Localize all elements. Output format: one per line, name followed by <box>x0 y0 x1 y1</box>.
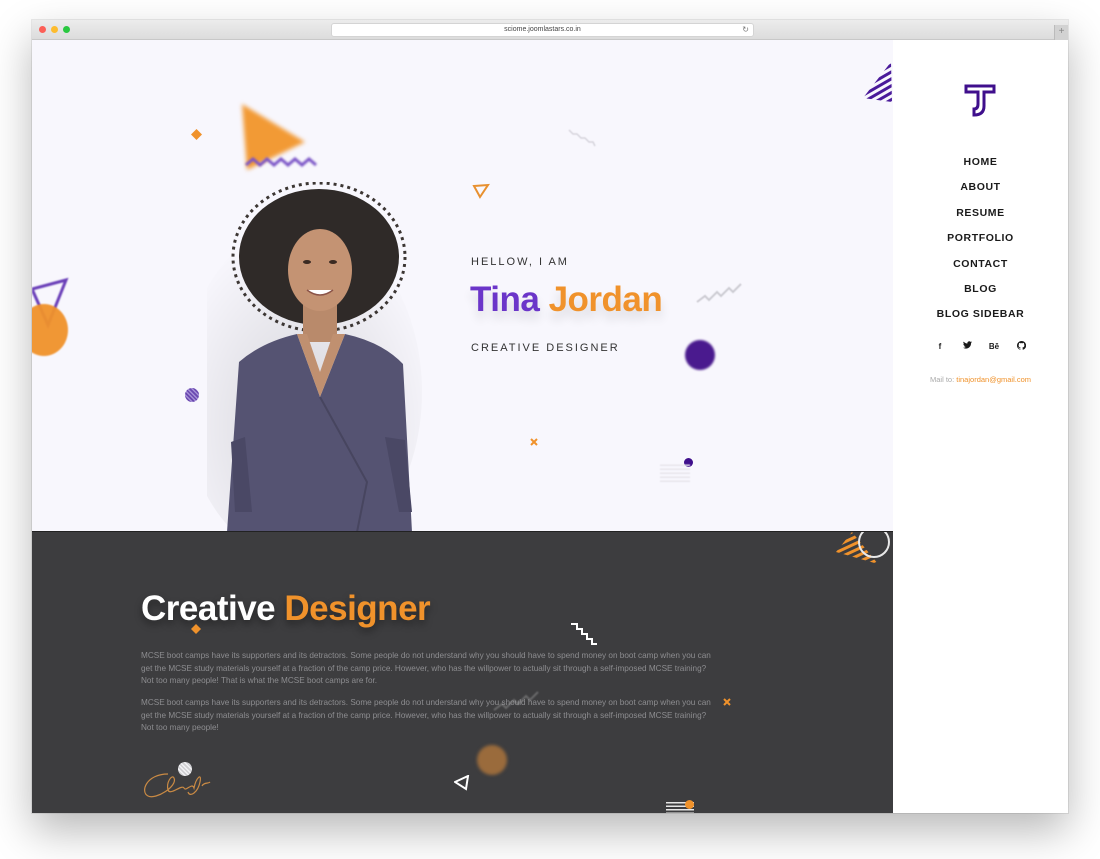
orange-x-decoration <box>723 698 731 706</box>
about-title-orange: Designer <box>284 589 431 628</box>
nav-item-portfolio[interactable]: PORTFOLIO <box>893 230 1068 255</box>
address-bar[interactable]: sciome.joomlastars.co.in ↻ <box>331 23 754 37</box>
white-zigzag-decoration <box>571 623 597 645</box>
mail-link[interactable]: tinajordan@gmail.com <box>956 375 1031 384</box>
gray-wave-decoration <box>696 283 742 303</box>
hero-first-name: Tina <box>470 280 540 319</box>
close-window-button[interactable] <box>39 26 46 33</box>
white-ring-decoration <box>858 532 890 558</box>
orange-blurred-circle-decoration <box>477 745 507 775</box>
behance-icon[interactable]: Bē <box>988 341 1001 353</box>
nav-item-blog[interactable]: BLOG <box>893 281 1068 306</box>
white-outline-triangle-decoration <box>454 775 470 791</box>
orange-x-decoration <box>530 438 538 446</box>
hero-greeting: HELLOW, I AM <box>471 256 569 268</box>
purple-hatched-dot-decoration <box>185 388 199 402</box>
mail-label: Mail to: <box>929 375 955 384</box>
facebook-icon[interactable]: f <box>934 341 947 353</box>
purple-striped-triangle-decoration <box>863 62 892 102</box>
orange-diamond-decoration <box>191 624 201 634</box>
twitter-icon[interactable] <box>961 341 974 353</box>
nav-item-about[interactable]: ABOUT <box>893 179 1068 204</box>
minimize-window-button[interactable] <box>51 26 58 33</box>
orange-diamond-decoration <box>191 129 202 140</box>
mail-line: Mail to: tinajordan@gmail.com <box>893 375 1068 384</box>
github-icon[interactable] <box>1015 340 1028 353</box>
purple-blurred-circle-decoration <box>685 340 715 370</box>
nav-item-home[interactable]: HOME <box>893 154 1068 179</box>
profile-photo <box>207 182 422 531</box>
about-paragraph-2: MCSE boot camps have its supporters and … <box>141 698 711 732</box>
hero-name: Tina Jordan <box>470 280 663 320</box>
maximize-window-button[interactable] <box>63 26 70 33</box>
logo-icon[interactable] <box>962 82 998 118</box>
nav-item-contact[interactable]: CONTACT <box>893 256 1068 281</box>
browser-window: sciome.joomlastars.co.in ↻ + HELLOW, I A… <box>32 20 1068 813</box>
hero-last-name: Jordan <box>548 280 663 319</box>
purple-zigzag-decoration <box>245 157 317 167</box>
about-title: Creative Designer <box>141 589 431 629</box>
hero-section: HELLOW, I AM Tina Jordan CREATIVE DESIGN… <box>32 40 893 531</box>
hero-role: CREATIVE DESIGNER <box>471 342 620 354</box>
gray-wave-decoration <box>493 691 539 711</box>
nav-item-resume[interactable]: RESUME <box>893 205 1068 230</box>
orange-small-dot-decoration <box>685 800 694 809</box>
about-paragraph-1: MCSE boot camps have its supporters and … <box>141 651 711 685</box>
social-links: f Bē <box>893 340 1068 353</box>
new-tab-button[interactable]: + <box>1054 25 1068 40</box>
reload-icon[interactable]: ↻ <box>742 24 749 36</box>
signature-image <box>144 773 211 798</box>
browser-titlebar: sciome.joomlastars.co.in ↻ + <box>32 20 1068 40</box>
gray-lines-decoration <box>660 464 690 482</box>
about-section: Creative Designer MCSE boot camps have i… <box>32 531 893 813</box>
address-bar-url: sciome.joomlastars.co.in <box>504 26 581 33</box>
gray-zigzag-decoration <box>568 129 596 147</box>
main-nav: HOME ABOUT RESUME PORTFOLIO CONTACT BLOG… <box>893 154 1068 332</box>
sidebar: HOME ABOUT RESUME PORTFOLIO CONTACT BLOG… <box>893 40 1068 813</box>
orange-outline-triangle-decoration <box>472 183 490 199</box>
screen: sciome.joomlastars.co.in ↻ + HELLOW, I A… <box>0 0 1100 859</box>
about-title-white: Creative <box>141 589 276 628</box>
nav-item-blog-sidebar[interactable]: BLOG SIDEBAR <box>893 306 1068 331</box>
